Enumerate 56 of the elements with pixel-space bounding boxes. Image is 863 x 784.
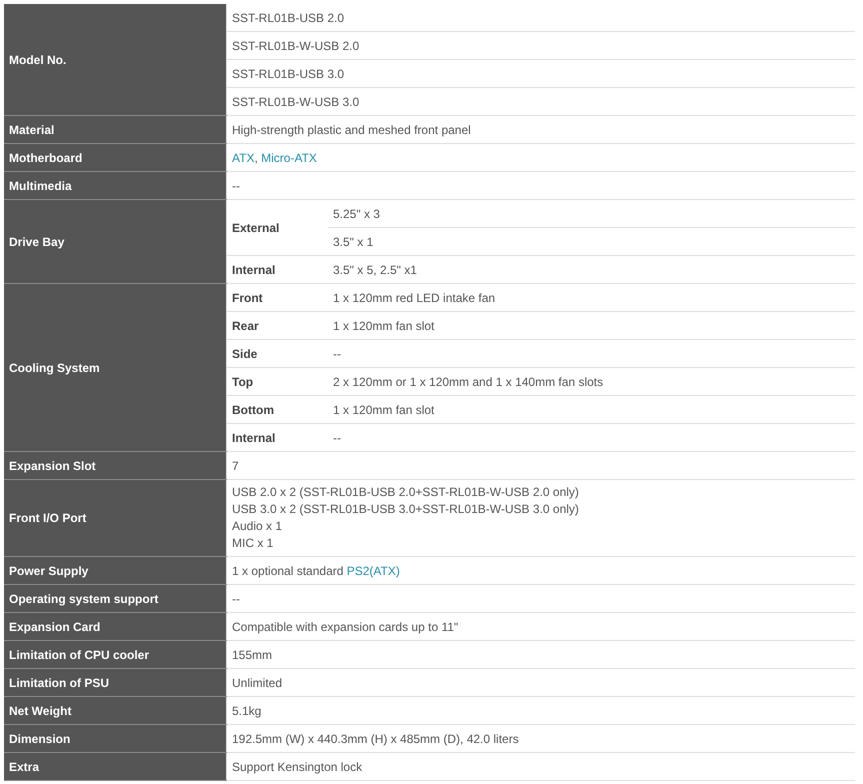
link[interactable]: PS2(ATX) <box>346 564 400 578</box>
value-text: 3.5" x 5, 2.5" x1 <box>333 262 417 276</box>
value-text: Unlimited <box>232 676 282 690</box>
value-text: Audio x 1 <box>232 518 284 535</box>
value-text: 5.25" x 3 <box>333 206 380 220</box>
value-text: USB 2.0 x 2 (SST-RL01B-USB 2.0+SST-RL01B-W-USB 2.0 only) <box>232 484 580 501</box>
spec-label: Material <box>9 122 54 136</box>
value-text: -- <box>232 592 240 606</box>
value-text: USB 3.0 x 2 (SST-RL01B-USB 3.0+SST-RL01B-W-USB 3.0 only) <box>232 501 580 518</box>
value-text: Compatible with expansion cards up to 11" <box>232 620 458 634</box>
spec-label: Multimedia <box>9 178 72 192</box>
value-text: ATX, Micro-ATX <box>232 150 317 164</box>
value-text: 1 x optional standard PS2(ATX) <box>232 564 400 578</box>
spec-label: Front I/O Port <box>9 511 86 525</box>
link[interactable]: ATX <box>232 150 254 164</box>
spec-label: Motherboard <box>9 150 82 164</box>
value-text: 7 <box>232 458 239 472</box>
value-text: 192.5mm (W) x 440.3mm (H) x 485mm (D), 42.0 liters <box>232 732 519 746</box>
sub-label: Internal <box>232 430 276 444</box>
value-text: 5.1kg <box>232 704 262 718</box>
value-text: SST-RL01B-USB 2.0 <box>232 10 344 24</box>
spec-label: Cooling System <box>9 360 100 374</box>
value-text: -- <box>333 430 341 444</box>
value-text: 155mm <box>232 648 272 662</box>
spec-label: Drive Bay <box>9 234 64 248</box>
value-text: 1 x 120mm fan slot <box>333 402 434 416</box>
value-text: SST-RL01B-W-USB 2.0 <box>232 38 360 52</box>
spec-label: Model No. <box>9 52 66 66</box>
sub-label: Internal <box>232 262 276 276</box>
spec-label: Limitation of CPU cooler <box>9 648 150 662</box>
sub-label: Top <box>232 374 254 388</box>
value-text: 2 x 120mm or 1 x 120mm and 1 x 140mm fan slots <box>333 374 604 388</box>
value-text: 1 x 120mm fan slot <box>333 318 434 332</box>
spec-label: Expansion Slot <box>9 458 96 472</box>
link[interactable]: Micro-ATX <box>261 150 317 164</box>
value-text: 3.5" x 1 <box>333 234 374 248</box>
spec-label: Extra <box>9 760 40 774</box>
spec-label: Operating system support <box>9 592 158 606</box>
value-text: -- <box>232 178 240 192</box>
sub-label: Bottom <box>232 402 274 416</box>
value-text: MIC x 1 <box>232 535 274 552</box>
sub-label: Rear <box>232 318 259 332</box>
spec-label: Power Supply <box>9 564 88 578</box>
value-text: 1 x 120mm red LED intake fan <box>333 290 496 304</box>
spec-label: Expansion Card <box>9 620 100 634</box>
value-text: Support Kensington lock <box>232 760 362 774</box>
value-text: High-strength plastic and meshed front panel <box>232 122 471 136</box>
spec-label: Limitation of PSU <box>9 676 109 690</box>
spec-label: Dimension <box>9 732 70 746</box>
value-text: SST-RL01B-W-USB 3.0 <box>232 94 360 108</box>
spec-label: Net Weight <box>9 704 72 718</box>
sub-label: Front <box>232 290 263 304</box>
value-text: SST-RL01B-USB 3.0 <box>232 66 344 80</box>
sub-label: External <box>232 220 280 234</box>
sub-label: Side <box>232 346 258 360</box>
value-text: -- <box>333 346 341 360</box>
